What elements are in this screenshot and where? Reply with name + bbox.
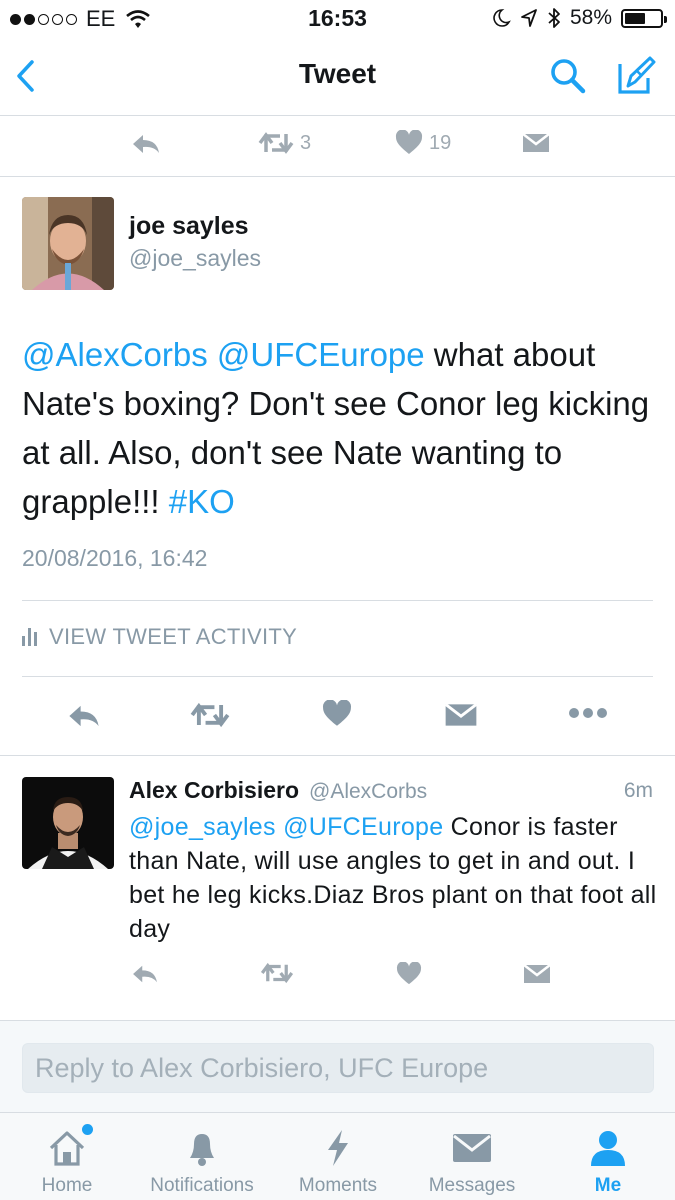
reply-icon <box>133 135 159 153</box>
dm-button[interactable] <box>523 963 551 985</box>
mention-link[interactable]: @UFCEurope <box>217 336 425 373</box>
tab-home[interactable]: Home <box>22 1113 112 1200</box>
dm-button[interactable] <box>444 702 478 728</box>
bell-icon <box>190 1134 214 1166</box>
search-icon <box>551 59 586 94</box>
reply-text: @joe_sayles @UFCEurope Conor is faster t… <box>129 810 659 946</box>
reply-input[interactable] <box>22 1043 654 1093</box>
retweet-icon <box>260 962 294 984</box>
mention-link[interactable]: @UFCEurope <box>283 813 443 841</box>
profile-photo <box>22 197 114 290</box>
bluetooth-icon <box>548 8 560 28</box>
activity-label: VIEW TWEET ACTIVITY <box>49 624 298 649</box>
reply-button[interactable] <box>130 132 162 156</box>
heart-icon <box>395 130 423 154</box>
reply-button[interactable] <box>130 963 160 985</box>
tab-label: Me <box>594 1175 622 1196</box>
tab-label: Home <box>41 1175 93 1196</box>
divider <box>0 176 675 177</box>
more-button[interactable] <box>568 706 608 720</box>
bell-icon-wrap <box>184 1126 220 1170</box>
retweet-icon <box>190 702 230 728</box>
nav-bar: Tweet <box>0 40 675 116</box>
envelope-icon-wrap <box>452 1126 492 1170</box>
divider <box>22 600 653 601</box>
tab-label: Notifications <box>150 1175 254 1196</box>
home-icon-wrap <box>47 1124 93 1170</box>
reply-composer <box>0 1020 675 1112</box>
status-bar: EE 16:53 58% <box>0 0 675 40</box>
view-tweet-activity-link[interactable]: VIEW TWEET ACTIVITY <box>22 624 297 650</box>
envelope-icon <box>522 133 550 152</box>
person-icon <box>591 1131 625 1166</box>
status-right: 58% <box>491 6 667 30</box>
analytics-icon <box>22 628 37 646</box>
mention-link[interactable]: @joe_sayles <box>129 813 276 841</box>
more-dots-icon <box>569 708 607 718</box>
like-button[interactable]: 19 <box>395 130 451 156</box>
author-name[interactable]: joe sayles <box>129 212 249 241</box>
reply-author[interactable]: Alex Corbisiero @AlexCorbs <box>129 777 427 804</box>
person-icon-wrap <box>588 1126 628 1170</box>
reply-actions <box>0 955 675 1000</box>
reply-author-name: Alex Corbisiero <box>129 777 299 803</box>
location-arrow-icon <box>521 9 537 27</box>
battery-percent: 58% <box>569 6 612 29</box>
like-count: 19 <box>429 131 452 154</box>
hashtag-link[interactable]: #KO <box>169 483 235 520</box>
tab-notifications[interactable]: Notifications <box>134 1113 270 1200</box>
home-icon <box>49 1131 85 1166</box>
envelope-icon <box>453 1134 491 1162</box>
lightning-icon-wrap <box>324 1126 352 1170</box>
profile-photo <box>22 777 114 869</box>
tab-moments[interactable]: Moments <box>288 1113 388 1200</box>
prev-tweet-actions: 3 19 <box>0 120 675 175</box>
battery-level <box>625 12 645 24</box>
tab-label: Moments <box>298 1175 378 1196</box>
dm-button[interactable] <box>522 132 550 154</box>
search-button[interactable] <box>548 56 588 96</box>
battery-icon <box>621 8 667 28</box>
tab-bar: Home Notifications Moments Messages Me <box>0 1112 675 1200</box>
tab-messages[interactable]: Messages <box>418 1113 526 1200</box>
unread-dot <box>82 1124 93 1135</box>
reply-button[interactable] <box>66 702 102 730</box>
avatar[interactable] <box>22 197 114 290</box>
like-button[interactable] <box>396 962 422 986</box>
divider <box>0 755 675 756</box>
heart-icon <box>323 700 351 726</box>
tab-label: Messages <box>428 1175 516 1196</box>
retweet-count: 3 <box>300 131 312 154</box>
reply-icon <box>133 965 157 983</box>
author-handle[interactable]: @joe_sayles <box>129 245 261 272</box>
envelope-icon <box>444 703 478 726</box>
heart-icon <box>396 962 422 985</box>
compose-icon <box>618 56 656 94</box>
retweet-icon <box>258 132 294 154</box>
envelope-icon <box>523 964 551 983</box>
retweet-button[interactable]: 3 <box>258 130 311 156</box>
retweet-button[interactable] <box>190 700 230 730</box>
lightning-icon <box>328 1130 348 1166</box>
mention-link[interactable]: @AlexCorbs <box>22 336 208 373</box>
divider <box>22 676 653 677</box>
tweet-text: @AlexCorbs @UFCEurope what about Nate's … <box>22 330 662 526</box>
tab-me[interactable]: Me <box>570 1113 646 1200</box>
like-button[interactable] <box>322 700 352 728</box>
reply-author-handle: @AlexCorbs <box>309 780 428 803</box>
tweet-actions <box>0 690 675 750</box>
reply-icon <box>69 705 99 727</box>
tweet-timestamp: 20/08/2016, 16:42 <box>22 545 208 571</box>
retweet-button[interactable] <box>260 961 294 985</box>
reply-age: 6m <box>623 779 653 802</box>
compose-button[interactable] <box>614 54 658 98</box>
avatar[interactable] <box>22 777 114 869</box>
moon-icon <box>493 9 511 27</box>
